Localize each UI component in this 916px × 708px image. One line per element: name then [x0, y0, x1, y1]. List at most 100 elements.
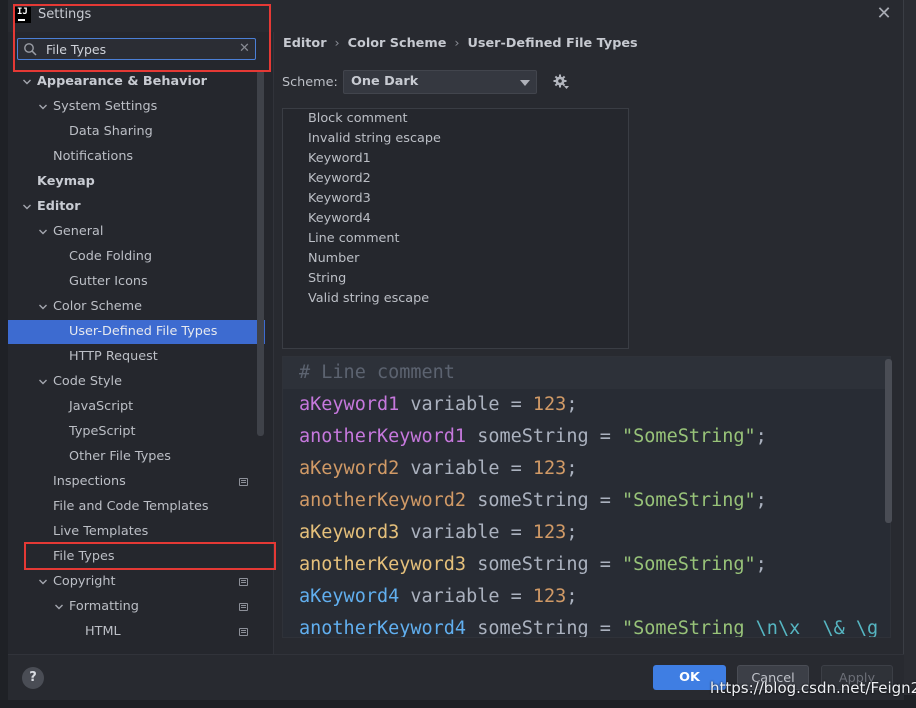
tree-formatting[interactable]: Formatting: [8, 595, 256, 619]
tree-javascript[interactable]: JavaScript: [8, 395, 256, 419]
chevron-down-icon[interactable]: [38, 377, 48, 387]
chevron-down-icon[interactable]: [38, 302, 48, 312]
preview-token: ;: [755, 490, 767, 511]
preview-token: aKeyword2: [299, 458, 400, 479]
preview-token: variable =: [399, 586, 533, 607]
tree-inspections[interactable]: Inspections: [8, 470, 256, 494]
chevron-down-icon[interactable]: [54, 602, 64, 612]
chevron-down-icon: [520, 80, 530, 86]
preview-token: variable =: [399, 458, 533, 479]
preview-token: ;: [566, 458, 578, 479]
attribute-list: Block comment Invalid string escape Keywor…: [282, 108, 629, 349]
tree-item-label: Copyright: [53, 574, 116, 589]
attribute-item[interactable]: Keyword1: [308, 149, 371, 169]
tree-data-sharing[interactable]: Data Sharing: [8, 120, 256, 144]
close-icon[interactable]: ✕: [874, 4, 894, 24]
preview-token: anotherKeyword3: [299, 554, 467, 575]
attribute-item[interactable]: Valid string escape: [308, 289, 429, 309]
tree-code-folding[interactable]: Code Folding: [8, 245, 256, 269]
breadcrumb-item[interactable]: Color Scheme: [348, 36, 447, 51]
tree-item-label: Keymap: [37, 174, 95, 189]
tree-copyright[interactable]: Copyright: [8, 570, 256, 594]
preview-token: "SomeString": [622, 490, 756, 511]
help-button[interactable]: ?: [22, 667, 44, 689]
preview-token: anotherKeyword4: [299, 618, 467, 638]
chevron-down-icon[interactable]: [22, 202, 32, 212]
tree-item-label: Inspections: [53, 474, 126, 489]
tree-system-settings[interactable]: System Settings: [8, 95, 256, 119]
tree-item-label: Data Sharing: [69, 124, 153, 139]
code-preview: # Line comment aKeyword1 variable = 123; a…: [282, 356, 891, 638]
tree-color-scheme[interactable]: Color Scheme: [8, 295, 256, 319]
tree-item-label: Code Style: [53, 374, 122, 389]
attribute-item[interactable]: Invalid string escape: [308, 129, 441, 149]
tree-user-defined-file-types[interactable]: User-Defined File Types: [8, 320, 265, 344]
highlight-box-title-search: [13, 4, 271, 72]
preview-token: aKeyword4: [299, 586, 400, 607]
tree-notifications[interactable]: Notifications: [8, 145, 256, 169]
preview-token: someString =: [466, 554, 623, 575]
tree-http-request[interactable]: HTTP Request: [8, 345, 256, 369]
tree-item-label: TypeScript: [69, 424, 136, 439]
tree-item-label: File and Code Templates: [53, 499, 209, 514]
preview-line: anotherKeyword4 someString = "SomeString…: [299, 613, 890, 638]
preview-line: aKeyword3 variable = 123;: [299, 517, 577, 549]
tree-file-code-templates[interactable]: File and Code Templates: [8, 495, 256, 519]
gear-icon[interactable]: [552, 73, 570, 91]
attribute-item[interactable]: Block comment: [308, 109, 407, 129]
tree-general[interactable]: General: [8, 220, 256, 244]
preview-token: \n\x \& \g: [755, 618, 879, 638]
breadcrumb: Editor › Color Scheme › User-Defined File Ty…: [283, 36, 638, 51]
preview-token: ;: [755, 426, 767, 447]
tree-gutter-icons[interactable]: Gutter Icons: [8, 270, 256, 294]
tree-live-templates[interactable]: Live Templates: [8, 520, 256, 544]
highlight-box-file-types: [24, 542, 276, 570]
attribute-item[interactable]: Keyword2: [308, 169, 371, 189]
attribute-item[interactable]: Keyword4: [308, 209, 371, 229]
preview-token: "SomeString: [622, 618, 756, 638]
scheme-dropdown[interactable]: One Dark: [343, 70, 537, 94]
attribute-item[interactable]: Keyword3: [308, 189, 371, 209]
preview-token: ;: [755, 554, 767, 575]
tree-item-label: Other File Types: [69, 449, 171, 464]
tree-item-label: Gutter Icons: [69, 274, 148, 289]
preview-line: anotherKeyword1 someString = "SomeString…: [299, 421, 767, 453]
tree-item-label: Live Templates: [53, 524, 149, 539]
tree-html[interactable]: HTML: [8, 620, 256, 644]
preview-line: anotherKeyword2 someString = "SomeString…: [299, 485, 767, 517]
preview-line: # Line comment: [283, 357, 890, 389]
chevron-down-icon[interactable]: [22, 77, 32, 87]
chevron-down-icon[interactable]: [38, 577, 48, 587]
preview-token: someString =: [466, 618, 623, 638]
tree-keymap[interactable]: Keymap: [8, 170, 256, 194]
project-level-icon: [239, 603, 248, 611]
attribute-item[interactable]: Number: [308, 249, 359, 269]
sidebar-scrollbar[interactable]: [257, 70, 264, 436]
tree-item-label: Formatting: [69, 599, 139, 614]
breadcrumb-item[interactable]: Editor: [283, 36, 327, 51]
tree-code-style[interactable]: Code Style: [8, 370, 256, 394]
preview-token: # Line comment: [299, 362, 455, 383]
attribute-item[interactable]: Line comment: [308, 229, 400, 249]
preview-token: "SomeString": [622, 554, 756, 575]
project-level-icon: [239, 578, 248, 586]
preview-token: variable =: [399, 522, 533, 543]
preview-line: anotherKeyword3 someString = "SomeString…: [299, 549, 767, 581]
preview-line: aKeyword4 variable = 123;: [299, 581, 577, 613]
tree-typescript[interactable]: TypeScript: [8, 420, 256, 444]
tree-item-label: Notifications: [53, 149, 134, 164]
preview-token: aKeyword1: [299, 394, 400, 415]
tree-editor[interactable]: Editor: [8, 195, 256, 219]
preview-token: someString =: [466, 426, 623, 447]
tree-appearance-behavior[interactable]: Appearance & Behavior: [8, 70, 256, 94]
chevron-down-icon[interactable]: [38, 227, 48, 237]
preview-token: "SomeString": [622, 426, 756, 447]
preview-scrollbar[interactable]: [885, 359, 892, 523]
breadcrumb-separator-icon: ›: [454, 36, 460, 51]
tree-other-file-types[interactable]: Other File Types: [8, 445, 256, 469]
attribute-item[interactable]: String: [308, 269, 346, 289]
project-level-icon: [239, 628, 248, 636]
preview-token: 123: [532, 522, 567, 543]
chevron-down-icon[interactable]: [38, 102, 48, 112]
tree-item-label: HTTP Request: [69, 349, 158, 364]
